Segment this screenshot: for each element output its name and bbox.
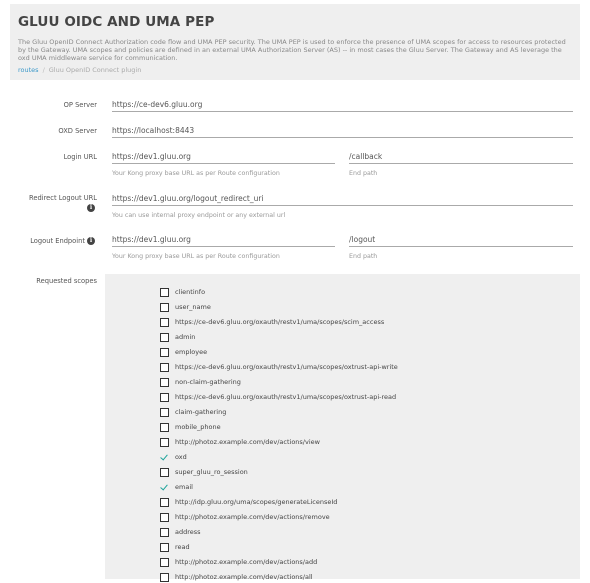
scope-item[interactable]: employee [160, 346, 207, 358]
scope-item[interactable]: admin [160, 331, 195, 343]
logout-endpoint-help: Your Kong proxy base URL as per Route co… [112, 253, 280, 260]
scope-label: claim-gathering [175, 408, 227, 416]
scope-label: http://idp.gluu.org/uma/scopes/generateL… [175, 498, 338, 506]
op-server-input[interactable]: https://ce-dev6.gluu.org [112, 100, 573, 112]
scope-label: http://photoz.example.com/dev/actions/ad… [175, 558, 318, 566]
scope-item[interactable]: read [160, 541, 190, 553]
scope-item[interactable]: http://photoz.example.com/dev/actions/vi… [160, 436, 320, 448]
scope-label: employee [175, 348, 208, 356]
login-url-label: Login URL [63, 153, 97, 161]
logout-endpoint-label: Logout Endpoint [30, 237, 85, 245]
scope-label: https://ce-dev6.gluu.org/oxauth/restv1/u… [175, 393, 397, 401]
scope-label: http://photoz.example.com/dev/actions/al… [175, 573, 313, 581]
scope-item[interactable]: email [160, 481, 193, 493]
checkbox[interactable] [160, 512, 169, 522]
checkbox[interactable] [160, 347, 169, 357]
checkbox[interactable] [160, 437, 169, 447]
checkbox[interactable] [160, 542, 169, 552]
scope-label: mobile_phone [175, 423, 221, 431]
checkbox[interactable] [160, 392, 169, 402]
scope-label: clientinfo [175, 288, 206, 296]
scope-label: address [175, 528, 201, 536]
scope-item[interactable]: oxd [160, 451, 187, 463]
op-server-label: OP Server [63, 101, 97, 109]
checkbox[interactable] [160, 572, 169, 582]
scope-item[interactable]: https://ce-dev6.gluu.org/oxauth/restv1/u… [160, 316, 384, 328]
breadcrumb-current: Gluu OpenID Connect plugin [48, 66, 142, 74]
scope-label: https://ce-dev6.gluu.org/oxauth/restv1/u… [175, 363, 398, 371]
scope-item[interactable]: non-claim-gathering [160, 376, 241, 388]
scope-item[interactable]: clientinfo [160, 286, 205, 298]
scope-item[interactable]: http://photoz.example.com/dev/actions/ad… [160, 556, 317, 568]
scope-label: non-claim-gathering [175, 378, 241, 386]
checkbox[interactable] [160, 362, 169, 372]
scope-item[interactable]: http://photoz.example.com/dev/actions/al… [160, 571, 313, 583]
checkbox-checked[interactable] [160, 453, 169, 462]
scope-item[interactable]: claim-gathering [160, 406, 226, 418]
scope-item[interactable]: super_gluu_ro_session [160, 466, 248, 478]
checkbox[interactable] [160, 332, 169, 342]
plugin-header: GLUU OIDC AND UMA PEP The Gluu OpenID Co… [10, 4, 580, 80]
checkbox[interactable] [160, 467, 169, 477]
login-url-help: Your Kong proxy base URL as per Route co… [112, 170, 280, 177]
oxd-server-input[interactable]: https://localhost:8443 [112, 126, 573, 138]
checkbox[interactable] [160, 422, 169, 432]
checkbox[interactable] [160, 287, 169, 297]
scope-label: read [175, 543, 190, 551]
scope-label: http://photoz.example.com/dev/actions/vi… [175, 438, 320, 446]
scope-label: admin [175, 333, 196, 341]
scope-label: email [175, 483, 193, 491]
scope-label: user_name [175, 303, 211, 311]
checkbox-checked[interactable] [160, 483, 169, 492]
scope-item[interactable]: http://idp.gluu.org/uma/scopes/generateL… [160, 496, 337, 508]
scope-item[interactable]: https://ce-dev6.gluu.org/oxauth/restv1/u… [160, 391, 396, 403]
redirect-logout-url-label: Redirect Logout URL [29, 194, 97, 202]
page-title: GLUU OIDC AND UMA PEP [18, 14, 215, 30]
logout-endpoint-input[interactable]: https://dev1.gluu.org [112, 235, 335, 247]
plugin-description: The Gluu OpenID Connect Authorization co… [18, 38, 566, 62]
scope-label: http://photoz.example.com/dev/actions/re… [175, 513, 330, 521]
scope-item[interactable]: address [160, 526, 201, 538]
checkbox[interactable] [160, 557, 169, 567]
checkbox[interactable] [160, 407, 169, 417]
logout-path-input[interactable]: /logout [349, 235, 573, 247]
breadcrumb-separator: / [42, 66, 45, 74]
scope-item[interactable]: https://ce-dev6.gluu.org/oxauth/restv1/u… [160, 361, 398, 373]
oxd-server-label: OXD Server [58, 127, 97, 135]
checkbox[interactable] [160, 317, 169, 327]
login-path-help: End path [349, 170, 378, 177]
scope-item[interactable]: mobile_phone [160, 421, 221, 433]
checkbox[interactable] [160, 527, 169, 537]
login-path-input[interactable]: /callback [349, 152, 573, 164]
scope-label: oxd [175, 453, 187, 461]
scope-item[interactable]: user_name [160, 301, 211, 313]
checkbox[interactable] [160, 302, 169, 312]
checkbox[interactable] [160, 377, 169, 387]
checkbox[interactable] [160, 497, 169, 507]
login-url-input[interactable]: https://dev1.gluu.org [112, 152, 335, 164]
info-icon[interactable]: i [87, 237, 95, 245]
redirect-logout-url-input[interactable]: https://dev1.gluu.org/logout_redirect_ur… [112, 194, 573, 206]
breadcrumb: routes / Gluu OpenID Connect plugin [18, 66, 572, 74]
requested-scopes-label: Requested scopes [36, 277, 97, 285]
scope-label: super_gluu_ro_session [175, 468, 248, 476]
scope-item[interactable]: http://photoz.example.com/dev/actions/re… [160, 511, 330, 523]
info-icon[interactable]: i [87, 204, 95, 212]
logout-path-help: End path [349, 253, 378, 260]
breadcrumb-routes-link[interactable]: routes [18, 66, 39, 74]
scope-label: https://ce-dev6.gluu.org/oxauth/restv1/u… [175, 318, 385, 326]
redirect-logout-url-help: You can use internal proxy endpoint or a… [112, 212, 286, 219]
